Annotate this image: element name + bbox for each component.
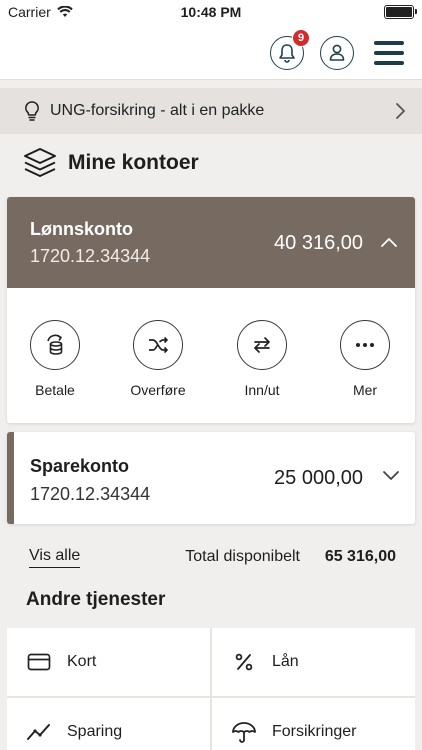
action-circle[interactable] xyxy=(237,320,287,370)
action-label: Inn/ut xyxy=(244,382,280,398)
top-bar: 9 xyxy=(0,24,422,80)
clock: 10:48 PM xyxy=(180,4,242,20)
profile-button[interactable] xyxy=(320,36,354,70)
action-circle[interactable] xyxy=(133,320,183,370)
accounts-summary: Vis alle Total disponibelt 65 316,00 xyxy=(0,545,422,573)
hamburger-menu-icon[interactable] xyxy=(374,41,404,65)
layers-icon xyxy=(24,148,56,177)
service-forsikringer[interactable]: Forsikringer xyxy=(212,698,415,750)
service-label: Forsikringer xyxy=(272,723,357,740)
action-overfore[interactable]: Overføre xyxy=(113,320,203,398)
battery-icon xyxy=(384,5,417,19)
promo-text: UNG-forsikring - alt i en pakke xyxy=(50,102,265,119)
accounts-section-title: Mine kontoer xyxy=(22,146,199,180)
action-inn-ut[interactable]: Inn/ut xyxy=(217,320,307,398)
account-number: 1720.12.34344 xyxy=(30,484,151,504)
action-label: Mer xyxy=(352,382,378,398)
service-sparing[interactable]: Sparing xyxy=(7,698,210,750)
account-name: Sparekonto xyxy=(30,456,130,476)
service-lan[interactable]: Lån xyxy=(212,628,415,696)
action-label: Betale xyxy=(35,382,75,398)
lightbulb-icon xyxy=(25,101,39,121)
account-balance: 25 000,00 xyxy=(274,467,363,489)
bell-icon xyxy=(279,44,295,63)
account-header[interactable]: Lønnskonto 1720.12.34344 40 316,00 xyxy=(7,197,415,288)
service-kort[interactable]: Kort xyxy=(7,628,210,696)
user-icon xyxy=(329,44,345,61)
section-title-text: Mine kontoer xyxy=(68,151,199,174)
service-label: Sparing xyxy=(67,723,123,740)
account-name: Lønnskonto xyxy=(30,219,133,239)
view-all-link[interactable]: Vis alle xyxy=(29,547,81,568)
umbrella-icon xyxy=(230,718,258,746)
chevron-right-icon xyxy=(396,103,405,119)
account-card-sparekonto[interactable]: Sparekonto 1720.12.34344 25 000,00 xyxy=(7,432,415,524)
action-circle[interactable] xyxy=(30,320,80,370)
coins-refresh-icon xyxy=(47,334,63,355)
card-icon xyxy=(25,648,53,676)
other-services-title: Andre tjenester xyxy=(26,589,166,610)
chevron-up-icon[interactable] xyxy=(379,235,399,249)
total-available-label: Total disponibelt xyxy=(185,548,300,565)
total-available-value: 65 316,00 xyxy=(324,548,396,565)
account-actions: Betale Overføre Inn/ut Mer xyxy=(7,288,415,423)
notifications-button[interactable]: 9 xyxy=(270,29,310,70)
notification-badge: 9 xyxy=(292,29,310,47)
account-balance: 40 316,00 xyxy=(274,232,363,254)
more-dots-icon xyxy=(356,343,374,347)
action-mer[interactable]: Mer xyxy=(320,320,410,398)
action-betale[interactable]: Betale xyxy=(10,320,100,398)
other-services-grid: Kort Lån Sparing Forsikringer xyxy=(7,628,415,750)
account-card-lonnskonto: Lønnskonto 1720.12.34344 40 316,00 Betal… xyxy=(7,197,415,423)
trend-line-icon xyxy=(25,718,53,746)
account-number: 1720.12.34344 xyxy=(30,246,151,266)
promo-banner[interactable]: UNG-forsikring - alt i en pakke xyxy=(0,88,422,134)
status-bar: Carrier 10:48 PM xyxy=(0,0,422,24)
swap-arrows-icon xyxy=(254,337,270,353)
action-circle[interactable] xyxy=(340,320,390,370)
service-label: Kort xyxy=(67,653,97,670)
chevron-down-icon[interactable] xyxy=(381,469,401,483)
service-label: Lån xyxy=(272,653,299,670)
percent-icon xyxy=(230,648,258,676)
shuffle-icon xyxy=(149,336,168,354)
action-label: Overføre xyxy=(130,382,186,398)
